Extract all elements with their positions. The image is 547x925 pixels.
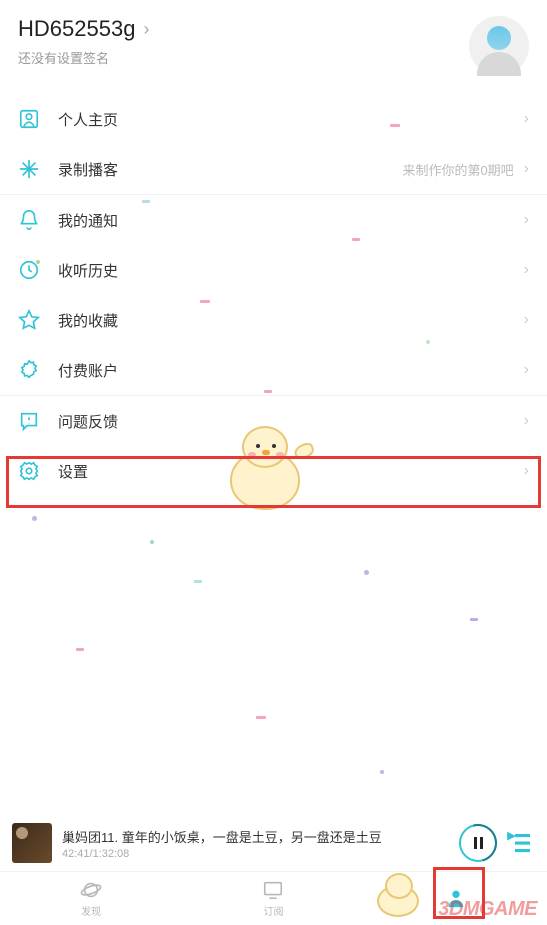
hint: 来制作你的第0期吧 xyxy=(402,160,513,179)
menu-item-profile[interactable]: 个人主页 › xyxy=(0,94,547,144)
player-time: 42:41/1:32:08 xyxy=(62,848,451,860)
sparkle-icon xyxy=(18,158,40,180)
label: 付费账户 xyxy=(58,360,524,381)
chevron-right-icon: › xyxy=(524,211,529,229)
menu-item-settings[interactable]: 设置 › xyxy=(0,446,547,496)
label: 我的通知 xyxy=(58,210,524,231)
tab-label: 发现 xyxy=(81,903,101,918)
avatar[interactable] xyxy=(469,16,529,76)
username-row[interactable]: HD652553g › xyxy=(18,16,459,42)
label: 我的收藏 xyxy=(58,310,524,331)
chevron-right-icon: › xyxy=(524,412,529,430)
mini-player[interactable]: 巢妈团11. 童年的小饭桌，一盘是土豆，另一盘还是土豆 42:41/1:32:0… xyxy=(0,815,547,871)
menu-item-history[interactable]: 收听历史 › xyxy=(0,245,547,295)
menu-item-record[interactable]: 录制播客 来制作你的第0期吧 › xyxy=(0,144,547,194)
gear-icon xyxy=(18,460,40,482)
person-icon xyxy=(445,887,467,909)
planet-icon xyxy=(80,879,102,901)
tab-label: 订阅 xyxy=(263,903,283,918)
signature-text[interactable]: 还没有设置签名 xyxy=(18,48,459,67)
label: 问题反馈 xyxy=(58,411,524,432)
star-icon xyxy=(18,309,40,331)
player-cover[interactable] xyxy=(12,823,52,863)
menu-item-paid[interactable]: 付费账户 › xyxy=(0,345,547,395)
play-pause-button[interactable] xyxy=(459,824,497,862)
user-icon xyxy=(18,108,40,130)
chevron-right-icon: › xyxy=(143,19,149,40)
chevron-right-icon: › xyxy=(524,311,529,329)
tab-mine[interactable] xyxy=(365,872,547,925)
menu-item-feedback[interactable]: 问题反馈 › xyxy=(0,396,547,446)
label: 设置 xyxy=(58,461,524,482)
bell-icon xyxy=(18,209,40,231)
player-title: 巢妈团11. 童年的小饭桌，一盘是土豆，另一盘还是土豆 xyxy=(62,827,451,846)
badge-icon xyxy=(18,359,40,381)
monitor-icon xyxy=(262,879,284,901)
tab-discover[interactable]: 发现 xyxy=(0,872,182,925)
playlist-button[interactable] xyxy=(505,828,535,858)
chevron-right-icon: › xyxy=(524,361,529,379)
chevron-right-icon: › xyxy=(524,160,529,178)
menu-item-notify[interactable]: 我的通知 › xyxy=(0,195,547,245)
tab-subscribe[interactable]: 订阅 xyxy=(182,872,364,925)
chevron-right-icon: › xyxy=(524,110,529,128)
username: HD652553g xyxy=(18,16,135,42)
label: 个人主页 xyxy=(58,109,524,130)
chevron-right-icon: › xyxy=(524,261,529,279)
label: 收听历史 xyxy=(58,260,524,281)
tab-bar: 发现 订阅 xyxy=(0,871,547,925)
chat-alert-icon xyxy=(18,410,40,432)
menu-item-fav[interactable]: 我的收藏 › xyxy=(0,295,547,345)
label: 录制播客 xyxy=(58,159,402,180)
chevron-right-icon: › xyxy=(524,462,529,480)
clock-icon xyxy=(18,259,40,281)
